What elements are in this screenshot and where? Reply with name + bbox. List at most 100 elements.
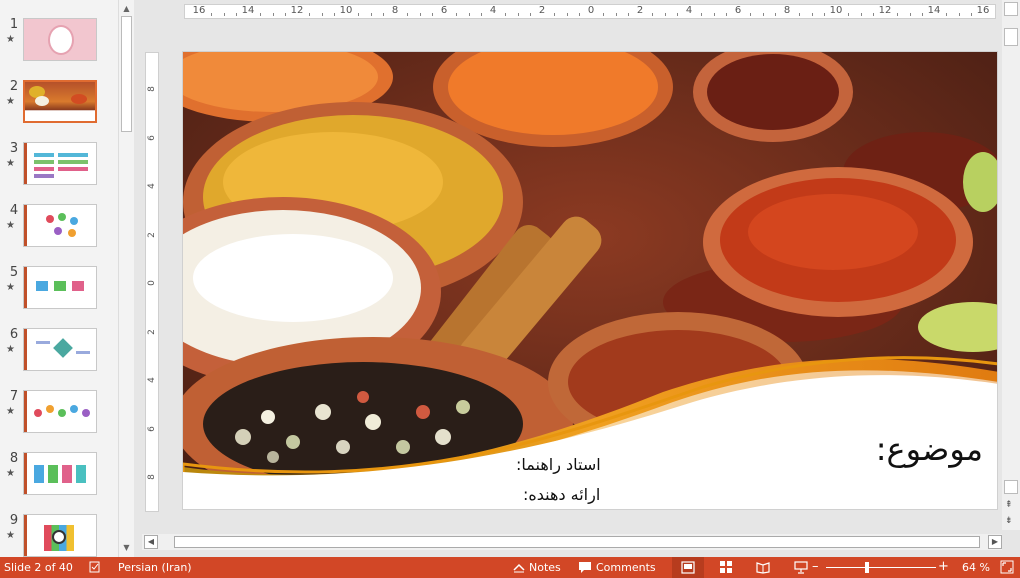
slide-canvas[interactable]: موضوع: استاد راهنما: ارائه دهنده:: [182, 51, 998, 510]
ruler-minor-tick: [284, 13, 286, 16]
ruler-tick-label: 0: [147, 280, 157, 286]
ruler-minor-tick: [578, 13, 580, 16]
thumbnail-image[interactable]: [23, 328, 97, 371]
scroll-up-button[interactable]: [1004, 2, 1018, 16]
ruler-tick-label: 12: [878, 5, 892, 16]
thumbnail-scrollbar[interactable]: ▲ ▼: [118, 0, 134, 557]
scrollbar-thumb[interactable]: [174, 536, 980, 548]
slide-editor: 16 14 12 10 8 6 4 2 0 2 4 6 8 10 12 14 16 8 6 4 2 0 2 4 6 8: [134, 0, 1020, 557]
thumbnail-slide-8[interactable]: 8 ★: [0, 451, 118, 497]
supervisor-label[interactable]: استاد راهنما:: [516, 455, 601, 474]
ruler-tick-label: 10: [339, 5, 353, 16]
thumbnail-slide-2[interactable]: 2 ★: [0, 79, 118, 125]
thumbnail-slide-4[interactable]: 4 ★: [0, 203, 118, 249]
presenter-label[interactable]: ارائه دهنده:: [523, 485, 600, 504]
zoom-level[interactable]: 64 %: [962, 561, 990, 574]
vertical-scrollbar[interactable]: ⇞ ⇟: [1002, 0, 1020, 530]
ruler-tick-label: 4: [685, 5, 693, 16]
ruler-minor-tick: [799, 13, 801, 16]
thumbnail-image[interactable]: [23, 204, 97, 247]
ruler-minor-tick: [235, 13, 237, 16]
ruler-minor-tick: [468, 13, 470, 16]
comments-icon[interactable]: [578, 560, 592, 574]
ruler-tick-label: 6: [147, 134, 157, 141]
ruler-minor-tick: [725, 13, 727, 16]
ruler-minor-tick: [456, 13, 458, 16]
thumbnail-image[interactable]: [23, 266, 97, 309]
fit-to-window-icon[interactable]: [1000, 560, 1014, 574]
ruler-minor-tick: [652, 13, 654, 16]
ruler-minor-tick: [480, 13, 482, 16]
ruler-minor-tick: [958, 13, 960, 16]
ruler-tick-label: 2: [636, 5, 644, 16]
notes-button[interactable]: Notes: [529, 561, 561, 574]
next-slide-icon[interactable]: ⇟: [1005, 516, 1013, 526]
ruler-minor-tick: [774, 13, 776, 16]
slide-thumbnail-panel: 1 ★ 2 ★ 3 ★ 4 ★ 5 ★ 6 ★ 7 ★ 8 ★ 9 ★: [0, 0, 118, 557]
normal-view-button[interactable]: [672, 557, 704, 578]
transition-star-icon: ★: [6, 34, 15, 45]
thumbnail-slide-5[interactable]: 5 ★: [0, 265, 118, 311]
thumbnail-image[interactable]: [23, 514, 97, 557]
ruler-tick-label: 8: [391, 5, 399, 16]
status-bar: Slide 2 of 40 Persian (Iran) Notes Comme…: [0, 557, 1020, 578]
previous-slide-icon[interactable]: ⇞: [1005, 500, 1013, 510]
thumbnail-slide-1[interactable]: 1 ★: [0, 17, 118, 63]
thumbnail-image[interactable]: [23, 142, 97, 185]
zoom-slider-thumb[interactable]: [865, 562, 869, 573]
ruler-tick-label: 4: [489, 5, 497, 16]
ruler-minor-tick: [860, 13, 862, 16]
thumbnail-slide-6[interactable]: 6 ★: [0, 327, 118, 373]
slide-counter: Slide 2 of 40: [4, 561, 73, 574]
zoom-out-button[interactable]: –: [812, 559, 819, 574]
zoom-slider-track[interactable]: [826, 567, 936, 568]
comments-button[interactable]: Comments: [596, 561, 656, 574]
ruler-minor-tick: [921, 13, 923, 16]
transition-star-icon: ★: [6, 530, 15, 541]
zoom-in-button[interactable]: +: [938, 559, 949, 574]
scroll-left-arrow-icon[interactable]: ◀: [144, 535, 158, 549]
thumbnail-number: 7: [9, 389, 19, 404]
slide-sorter-icon[interactable]: [719, 560, 733, 574]
ruler-minor-tick: [603, 13, 605, 16]
thumbnail-image[interactable]: [23, 390, 97, 433]
ruler-tick-label: 6: [734, 5, 742, 16]
scrollbar-thumb[interactable]: [121, 16, 132, 132]
language-indicator[interactable]: Persian (Iran): [118, 561, 192, 574]
normal-view-icon: [681, 561, 695, 574]
thumbnail-slide-3[interactable]: 3 ★: [0, 141, 118, 187]
scroll-down-button[interactable]: [1004, 480, 1018, 494]
scroll-up-arrow-icon[interactable]: ▲: [120, 2, 133, 15]
ruler-minor-tick: [897, 13, 899, 16]
transition-star-icon: ★: [6, 158, 15, 169]
ruler-minor-tick: [872, 13, 874, 16]
ruler-tick-label: 8: [147, 474, 157, 480]
thumbnail-image-selected[interactable]: [23, 80, 97, 123]
ruler-minor-tick: [407, 13, 409, 16]
ruler-tick-label: 8: [147, 86, 157, 92]
ruler-tick-label: 8: [783, 5, 791, 16]
ruler-tick-label: 6: [440, 5, 448, 16]
thumbnail-number: 8: [9, 451, 19, 466]
ruler-minor-tick: [750, 13, 752, 16]
notes-icon[interactable]: [512, 560, 526, 574]
topic-label[interactable]: موضوع:: [876, 430, 983, 468]
spell-check-icon[interactable]: [88, 560, 102, 574]
ruler-minor-tick: [419, 13, 421, 16]
horizontal-scrollbar[interactable]: ◀ ▶: [142, 534, 1002, 550]
thumbnail-image[interactable]: [23, 18, 97, 61]
ruler-minor-tick: [260, 13, 262, 16]
scroll-down-arrow-icon[interactable]: ▼: [120, 541, 133, 554]
slideshow-icon[interactable]: [794, 560, 808, 574]
reading-view-icon[interactable]: [756, 560, 770, 574]
ruler-tick-label: 2: [147, 328, 157, 335]
thumbnail-slide-7[interactable]: 7 ★: [0, 389, 118, 435]
scrollbar-thumb[interactable]: [1004, 28, 1018, 46]
thumbnail-image[interactable]: [23, 452, 97, 495]
ruler-tick-label: 10: [829, 5, 843, 16]
thumbnail-slide-9[interactable]: 9 ★: [0, 513, 118, 557]
ruler-tick-label: 16: [192, 5, 206, 16]
ruler-minor-tick: [946, 13, 948, 16]
scroll-right-arrow-icon[interactable]: ▶: [988, 535, 1002, 549]
ruler-minor-tick: [909, 13, 911, 16]
